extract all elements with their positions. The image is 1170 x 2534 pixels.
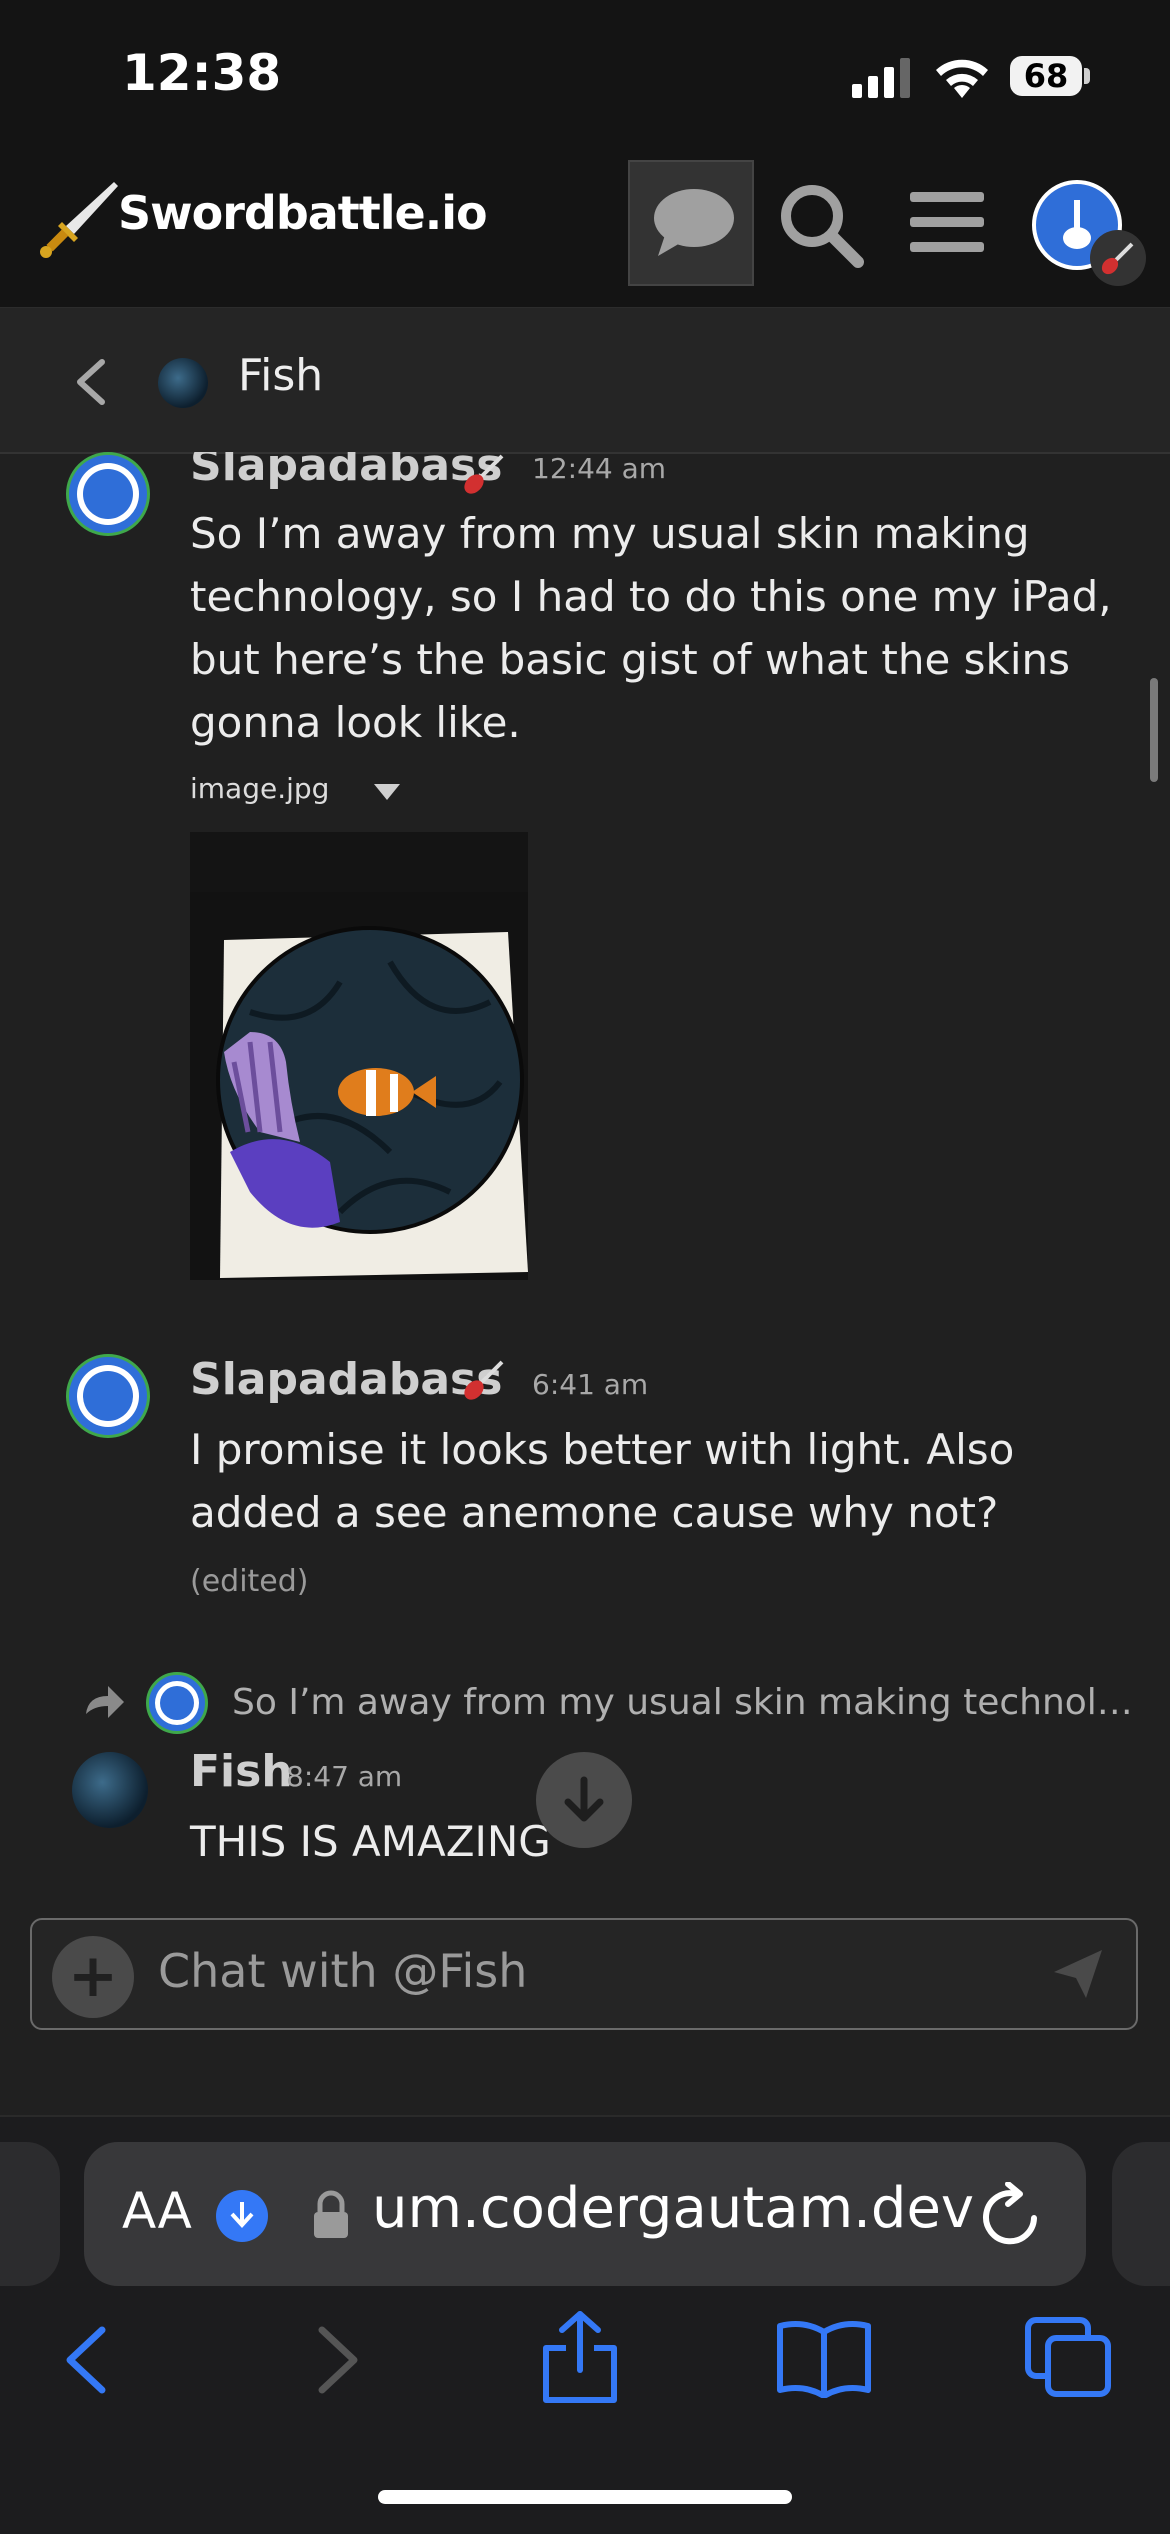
back-chevron-icon[interactable] bbox=[70, 356, 110, 408]
message-list[interactable]: Slapadabass 12:44 am So I’m away from my… bbox=[0, 452, 1170, 1862]
attached-image[interactable] bbox=[190, 832, 528, 1280]
message-line: gonna look like. bbox=[190, 698, 521, 747]
battery-indicator: 68 bbox=[1010, 56, 1082, 96]
guitar-emoji-icon bbox=[464, 1360, 504, 1400]
sender-avatar[interactable] bbox=[66, 452, 150, 536]
scroll-to-bottom-button[interactable] bbox=[536, 1752, 632, 1848]
message-timestamp: 6:41 am bbox=[532, 1368, 649, 1401]
message-line: added a see anemone cause why not? bbox=[190, 1488, 999, 1537]
previous-tab-peek[interactable] bbox=[0, 2142, 60, 2286]
tabs-icon[interactable] bbox=[1024, 2316, 1114, 2400]
lock-icon bbox=[314, 2190, 348, 2238]
download-arrow-icon bbox=[230, 2202, 254, 2228]
sender-avatar[interactable] bbox=[72, 1752, 148, 1828]
caret-down-icon[interactable] bbox=[372, 782, 402, 802]
scrollbar-thumb[interactable] bbox=[1150, 678, 1158, 782]
reply-arrow-icon bbox=[86, 1686, 124, 1718]
attachment-filename[interactable]: image.jpg bbox=[190, 772, 329, 805]
message-line: but here’s the basic gist of what the sk… bbox=[190, 635, 1071, 684]
arrow-down-icon bbox=[564, 1776, 604, 1822]
status-time: 12:38 bbox=[122, 44, 282, 102]
message-line: I promise it looks better with light. Al… bbox=[190, 1425, 1015, 1474]
home-indicator[interactable] bbox=[378, 2490, 792, 2504]
guitar-icon bbox=[1063, 200, 1091, 249]
bookmarks-icon[interactable] bbox=[776, 2318, 872, 2398]
send-icon[interactable] bbox=[1050, 1946, 1106, 2002]
message-username[interactable]: Fish bbox=[190, 1746, 293, 1797]
reply-avatar[interactable] bbox=[146, 1672, 208, 1734]
chat-partner-avatar[interactable] bbox=[158, 358, 208, 408]
reload-icon[interactable] bbox=[980, 2182, 1044, 2250]
chat-button[interactable] bbox=[628, 160, 754, 286]
guitar-emoji-icon bbox=[1101, 242, 1134, 275]
guitar-emoji-icon bbox=[464, 454, 504, 494]
message-line: So I’m away from my usual skin making bbox=[190, 509, 1030, 558]
sword-logo-icon[interactable] bbox=[36, 178, 120, 262]
chat-input-placeholder[interactable]: Chat with @Fish bbox=[158, 1944, 527, 1998]
search-icon[interactable] bbox=[776, 180, 866, 270]
text-size-button[interactable]: AA bbox=[122, 2182, 192, 2240]
message-line: THIS IS AMAZING bbox=[190, 1817, 551, 1862]
edited-label: (edited) bbox=[190, 1564, 309, 1599]
add-attachment-button[interactable]: + bbox=[52, 1936, 134, 2018]
chat-bubble-icon bbox=[654, 189, 734, 256]
message-username[interactable]: Slapadabass bbox=[190, 1354, 502, 1405]
message-timestamp: 8:47 am bbox=[286, 1760, 403, 1793]
share-icon[interactable] bbox=[540, 2310, 620, 2406]
clownfish-skin-drawing bbox=[190, 832, 528, 1278]
message-line: technology, so I had to do this one my i… bbox=[190, 572, 1112, 621]
chat-title: Fish bbox=[238, 350, 324, 401]
message-timestamp: 12:44 am bbox=[532, 452, 667, 485]
downloads-button[interactable] bbox=[216, 2190, 268, 2242]
back-icon[interactable] bbox=[60, 2324, 112, 2396]
message-username[interactable]: Slapadabass bbox=[190, 452, 502, 491]
site-brand[interactable]: Swordbattle.io bbox=[118, 186, 488, 240]
sender-avatar[interactable] bbox=[66, 1354, 150, 1438]
url-text[interactable]: um.codergautam.dev bbox=[372, 2176, 974, 2241]
menu-icon[interactable] bbox=[910, 190, 984, 254]
reply-preview-text[interactable]: So I’m away from my usual skin making te… bbox=[232, 1682, 1133, 1723]
forward-icon[interactable] bbox=[312, 2324, 364, 2396]
cellular-signal-icon bbox=[852, 58, 910, 98]
wifi-icon bbox=[936, 59, 988, 98]
guitar-badge bbox=[1090, 230, 1146, 286]
next-tab-peek[interactable] bbox=[1112, 2142, 1170, 2286]
battery-tip bbox=[1084, 68, 1090, 84]
